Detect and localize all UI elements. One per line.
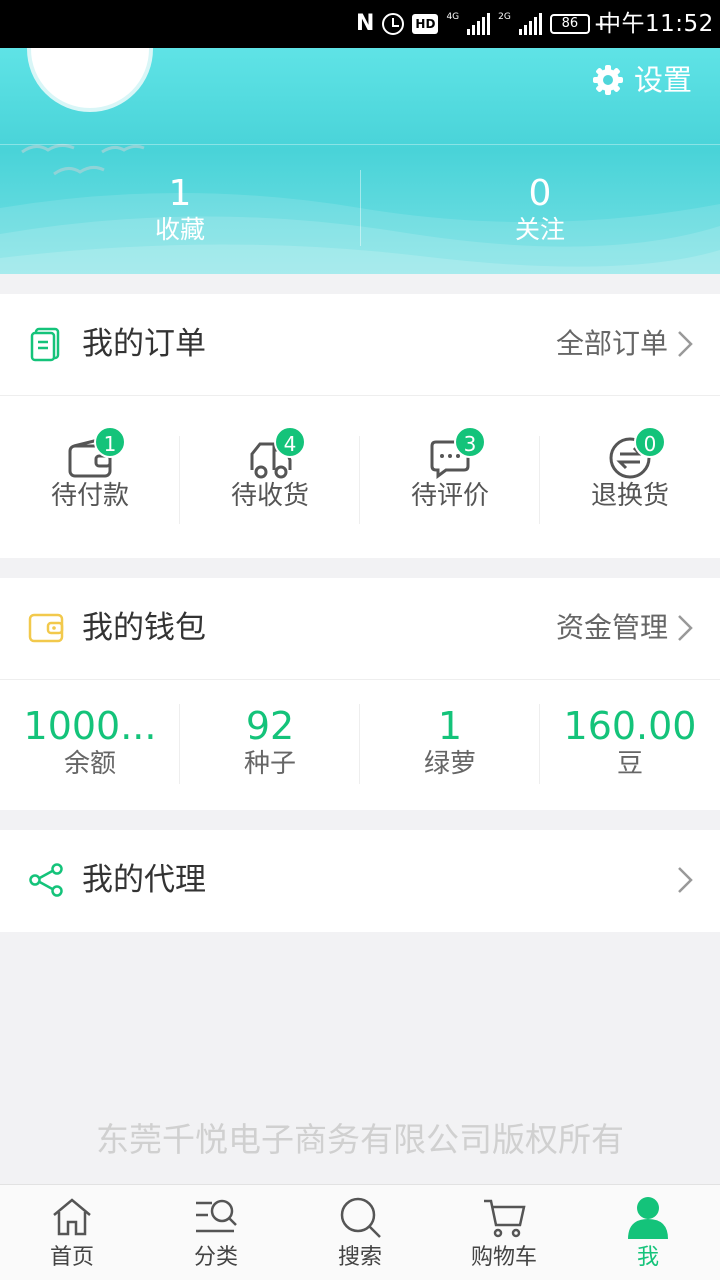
beans-value: 160.00 bbox=[563, 704, 697, 748]
order-returns[interactable]: 0 退换货 bbox=[540, 396, 720, 558]
category-icon bbox=[196, 1199, 237, 1233]
bottom-tab-bar: 首页 分类 搜索 购物车 我 bbox=[0, 1184, 720, 1280]
seeds-label: 种子 bbox=[243, 749, 296, 779]
order-status-grid: 1 待付款 4 待收货 3 待评价 0 退换货 bbox=[0, 396, 720, 558]
favorites-count: 1 bbox=[168, 173, 192, 214]
order-pending-receipt[interactable]: 4 待收货 bbox=[180, 396, 360, 558]
search-icon bbox=[340, 1197, 381, 1238]
hd-icon: HD bbox=[412, 14, 439, 34]
header-divider bbox=[0, 144, 720, 145]
wallet-icon bbox=[28, 613, 64, 643]
agent-header[interactable]: 我的代理 bbox=[0, 830, 720, 932]
pothos-value: 1 bbox=[437, 704, 463, 748]
returns-badge: 0 bbox=[634, 426, 666, 458]
tab-cart-label: 购物车 bbox=[470, 1245, 537, 1270]
all-orders-link[interactable]: 全部订单 bbox=[556, 324, 668, 364]
birds-decoration-icon bbox=[21, 143, 145, 176]
home-icon bbox=[53, 1198, 91, 1236]
network-type-2g: 2G bbox=[498, 12, 511, 22]
share-icon bbox=[29, 863, 63, 897]
tab-me[interactable]: 我 bbox=[576, 1185, 720, 1280]
tab-me-label: 我 bbox=[636, 1245, 659, 1270]
wallet-title: 我的钱包 bbox=[82, 610, 206, 646]
wallet-balance[interactable]: 1000... 余额 bbox=[0, 680, 180, 810]
wallet-pothos[interactable]: 1 绿萝 bbox=[360, 680, 540, 810]
chevron-right-icon[interactable] bbox=[676, 330, 694, 358]
profile-header: 设置 1 收藏 0 关注 bbox=[0, 48, 720, 274]
status-time: 中午11:52 bbox=[598, 11, 714, 37]
order-pending-payment[interactable]: 1 待付款 bbox=[0, 396, 180, 558]
favorites-label: 收藏 bbox=[154, 215, 205, 244]
pending-receipt-badge: 4 bbox=[274, 426, 306, 458]
copyright-text: 东莞千悦电子商务有限公司版权所有 bbox=[96, 1120, 624, 1159]
wallet-header[interactable]: 我的钱包 资金管理 bbox=[0, 578, 720, 680]
tab-category[interactable]: 分类 bbox=[144, 1185, 288, 1280]
settings-label: 设置 bbox=[634, 63, 693, 97]
stat-following[interactable]: 0 关注 bbox=[360, 174, 720, 246]
stat-favorites[interactable]: 1 收藏 bbox=[0, 174, 360, 246]
fund-management-link[interactable]: 资金管理 bbox=[556, 608, 668, 648]
user-icon bbox=[628, 1197, 668, 1239]
tab-home-label: 首页 bbox=[49, 1245, 94, 1270]
nfc-icon: N bbox=[356, 11, 375, 36]
tab-category-label: 分类 bbox=[193, 1245, 238, 1270]
chevron-right-icon[interactable] bbox=[676, 614, 694, 642]
wallet-grid: 1000... 余额 92 种子 1 绿萝 160.00 豆 bbox=[0, 680, 720, 810]
wallet-seeds[interactable]: 92 种子 bbox=[180, 680, 360, 810]
wallet-card: 我的钱包 资金管理 1000... 余额 92 种子 1 绿萝 160.00 豆 bbox=[0, 578, 720, 810]
following-label: 关注 bbox=[514, 215, 565, 244]
tab-home[interactable]: 首页 bbox=[0, 1185, 144, 1280]
balance-label: 余额 bbox=[63, 749, 116, 779]
tab-cart[interactable]: 购物车 bbox=[432, 1185, 576, 1280]
order-pending-review[interactable]: 3 待评价 bbox=[360, 396, 540, 558]
network-type-4g: 4G bbox=[446, 12, 460, 22]
document-icon bbox=[30, 327, 60, 362]
cart-icon bbox=[484, 1199, 526, 1238]
settings-button[interactable]: 设置 bbox=[592, 60, 692, 100]
tab-search[interactable]: 搜索 bbox=[288, 1185, 432, 1280]
chevron-right-icon[interactable] bbox=[676, 866, 694, 894]
pending-receipt-label: 待收货 bbox=[230, 481, 309, 511]
status-bar: N HD 4G 2G 86 + 中午11:52 bbox=[0, 0, 720, 48]
alarm-icon bbox=[382, 13, 405, 35]
gear-icon bbox=[593, 65, 623, 95]
seeds-value: 92 bbox=[245, 704, 295, 748]
balance-value: 1000... bbox=[23, 704, 157, 748]
battery-icon: 86 bbox=[549, 14, 590, 34]
returns-label: 退换货 bbox=[590, 481, 669, 511]
pending-review-badge: 3 bbox=[454, 426, 486, 458]
beans-label: 豆 bbox=[616, 749, 643, 779]
orders-header[interactable]: 我的订单 全部订单 bbox=[0, 294, 720, 396]
agent-title: 我的代理 bbox=[82, 862, 206, 898]
pothos-label: 绿萝 bbox=[423, 749, 476, 779]
signal-icon-2 bbox=[518, 13, 542, 35]
orders-card: 我的订单 全部订单 1 待付款 4 待收货 3 待评价 0 退换货 bbox=[0, 294, 720, 558]
pending-review-label: 待评价 bbox=[410, 481, 489, 511]
pending-payment-badge: 1 bbox=[94, 426, 126, 458]
pending-payment-label: 待付款 bbox=[50, 481, 129, 511]
tab-search-label: 搜索 bbox=[337, 1245, 382, 1270]
following-count: 0 bbox=[528, 173, 552, 214]
orders-title: 我的订单 bbox=[82, 326, 206, 362]
signal-icon bbox=[467, 13, 491, 35]
agent-row[interactable]: 我的代理 bbox=[0, 830, 720, 932]
wallet-beans[interactable]: 160.00 豆 bbox=[540, 680, 720, 810]
